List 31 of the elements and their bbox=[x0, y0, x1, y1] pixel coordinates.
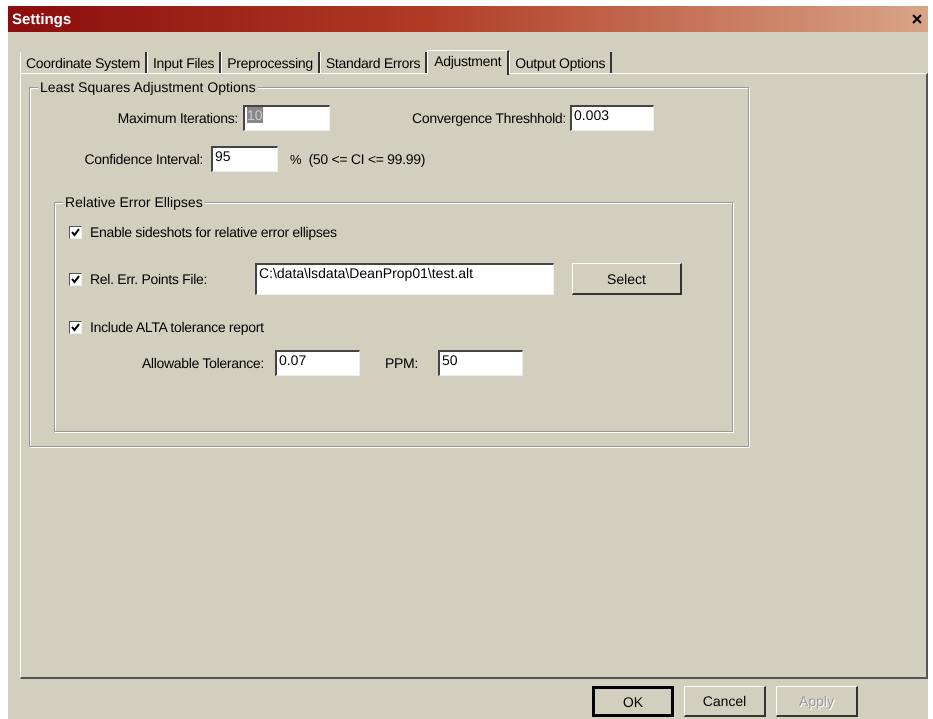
select-button[interactable]: Select bbox=[572, 263, 682, 295]
group-title: Least Squares Adjustment Options bbox=[38, 79, 258, 95]
dialog-button[interactable]: OK bbox=[592, 686, 674, 717]
input-field[interactable]: 95 bbox=[211, 146, 278, 172]
range-hint: (50 <= CI <= 99.99) bbox=[308, 151, 426, 167]
input-field[interactable]: C:\data\lsdata\DeanProp01\test.alt bbox=[255, 263, 554, 295]
tab[interactable]: Input Files bbox=[146, 52, 222, 73]
checkbox[interactable] bbox=[69, 320, 82, 334]
checkbox-label: Enable sideshots for relative error ellipses bbox=[90, 224, 337, 240]
close-icon[interactable] bbox=[910, 12, 924, 26]
field-label: Allowable Tolerance: bbox=[140, 355, 264, 371]
window-title: Settings bbox=[12, 10, 72, 28]
tab[interactable]: Adjustment bbox=[427, 50, 510, 75]
unit-label: % bbox=[290, 152, 302, 166]
checkbox-label: Include ALTA tolerance report bbox=[90, 319, 264, 335]
tab[interactable]: Output Options bbox=[509, 52, 612, 73]
tab[interactable]: Preprocessing bbox=[221, 52, 320, 73]
dialog-button[interactable]: Cancel bbox=[684, 686, 766, 717]
checkbox[interactable] bbox=[69, 226, 82, 238]
input-field[interactable]: 0.003 bbox=[570, 105, 654, 131]
checkbox[interactable] bbox=[69, 272, 82, 286]
checkbox-label: Rel. Err. Points File: bbox=[90, 271, 208, 287]
group-title: Relative Error Ellipses bbox=[63, 194, 205, 210]
tab[interactable]: Coordinate System bbox=[20, 52, 147, 73]
input-field[interactable]: 0.07 bbox=[275, 350, 360, 376]
field-label: Maximum Iterations: bbox=[116, 110, 238, 126]
field-label: Confidence Interval: bbox=[83, 151, 203, 167]
dialog-button: Apply bbox=[776, 686, 858, 717]
field-label: PPM: bbox=[384, 355, 418, 371]
field-label: Convergence Threshhold: bbox=[411, 110, 566, 126]
input-field[interactable]: 50 bbox=[438, 350, 523, 376]
